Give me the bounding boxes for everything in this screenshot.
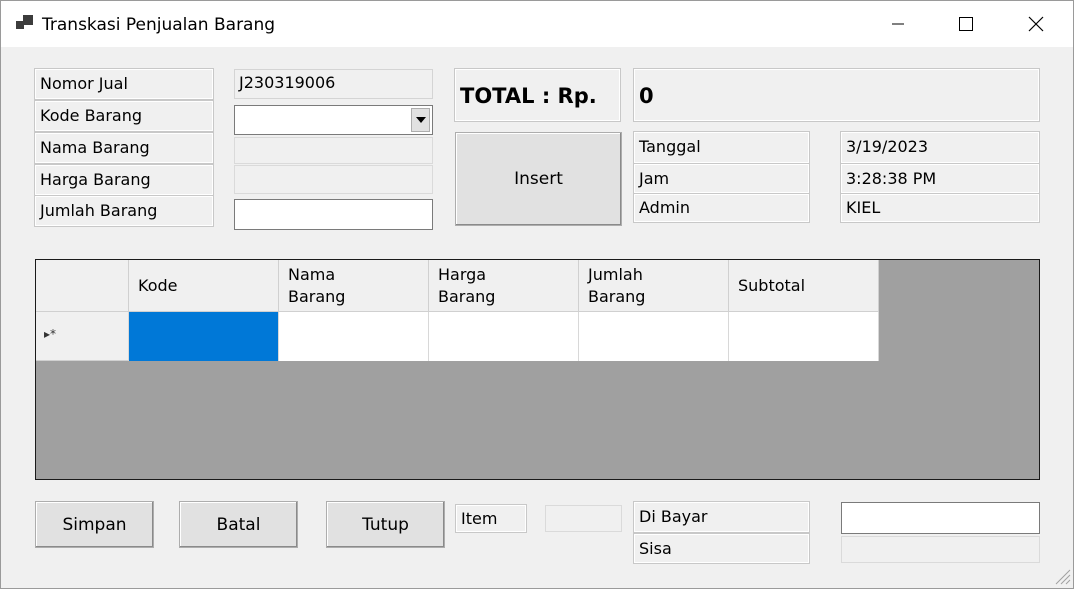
chevron-down-icon [415, 117, 426, 123]
items-grid[interactable]: Kode Nama Barang Harga Barang Jumlah Bar… [35, 259, 1040, 480]
simpan-button[interactable]: Simpan [35, 501, 154, 548]
kode-barang-label: Kode Barang [34, 100, 214, 132]
cell-harga-barang[interactable] [429, 312, 579, 361]
total-value: 0 [633, 68, 1040, 122]
tanggal-label: Tanggal [633, 131, 810, 164]
jumlah-barang-label: Jumlah Barang [34, 195, 214, 227]
main-window: Transkasi Penjualan Barang Nomor Jual Ko… [0, 0, 1074, 589]
nama-barang-label: Nama Barang [34, 132, 214, 164]
nama-barang-field [234, 137, 433, 164]
column-header-label: Kode [138, 275, 178, 295]
item-count-field [545, 505, 622, 532]
maximize-icon [959, 17, 973, 31]
dibayar-label: Di Bayar [633, 501, 810, 533]
nomor-jual-value: J230319006 [234, 69, 433, 99]
cell-subtotal[interactable] [729, 312, 879, 361]
cell-jumlah-barang[interactable] [579, 312, 729, 361]
minimize-button[interactable] [875, 1, 921, 47]
admin-label: Admin [633, 193, 810, 223]
column-header-jumlah-barang[interactable]: Jumlah Barang [579, 260, 729, 312]
close-icon [1028, 16, 1044, 32]
item-label: Item [455, 504, 527, 533]
admin-value: KIEL [840, 193, 1040, 223]
maximize-button[interactable] [943, 1, 989, 47]
column-header-label: Harga Barang [438, 264, 496, 306]
total-label: TOTAL : Rp. [454, 68, 621, 122]
harga-barang-field [234, 165, 433, 194]
app-icon [16, 15, 34, 31]
dropdown-button[interactable] [411, 108, 430, 132]
jumlah-barang-input[interactable] [234, 199, 433, 230]
column-header-kode[interactable]: Kode [129, 260, 279, 312]
jam-label: Jam [633, 163, 810, 194]
new-row-header[interactable]: ▸* [36, 312, 129, 361]
close-button[interactable] [1013, 1, 1059, 47]
column-header-nama-barang[interactable]: Nama Barang [279, 260, 429, 312]
column-header-label: Subtotal [738, 275, 806, 295]
column-header-harga-barang[interactable]: Harga Barang [429, 260, 579, 312]
window-title: Transkasi Penjualan Barang [42, 15, 276, 35]
tanggal-value: 3/19/2023 [840, 131, 1040, 164]
harga-barang-label: Harga Barang [34, 164, 214, 196]
dibayar-input[interactable] [841, 502, 1040, 534]
column-header-label: Jumlah Barang [588, 264, 646, 306]
sisa-field [841, 536, 1040, 563]
row-header-corner [36, 260, 129, 312]
column-header-label: Nama Barang [288, 264, 346, 306]
batal-button[interactable]: Batal [179, 501, 298, 548]
resize-grip-icon[interactable] [1053, 567, 1071, 585]
title-bar[interactable]: Transkasi Penjualan Barang [1, 1, 1073, 47]
insert-button[interactable]: Insert [455, 132, 622, 226]
sisa-label: Sisa [633, 533, 810, 564]
selected-cell-kode[interactable] [129, 312, 279, 361]
nomor-jual-label: Nomor Jual [34, 68, 214, 100]
column-header-subtotal[interactable]: Subtotal [729, 260, 879, 312]
cell-nama-barang[interactable] [279, 312, 429, 361]
jam-value: 3:28:38 PM [840, 163, 1040, 194]
new-row-marker: ▸* [44, 327, 57, 341]
kode-barang-combobox[interactable] [234, 105, 433, 135]
tutup-button[interactable]: Tutup [326, 501, 445, 548]
minimize-icon [892, 23, 904, 25]
